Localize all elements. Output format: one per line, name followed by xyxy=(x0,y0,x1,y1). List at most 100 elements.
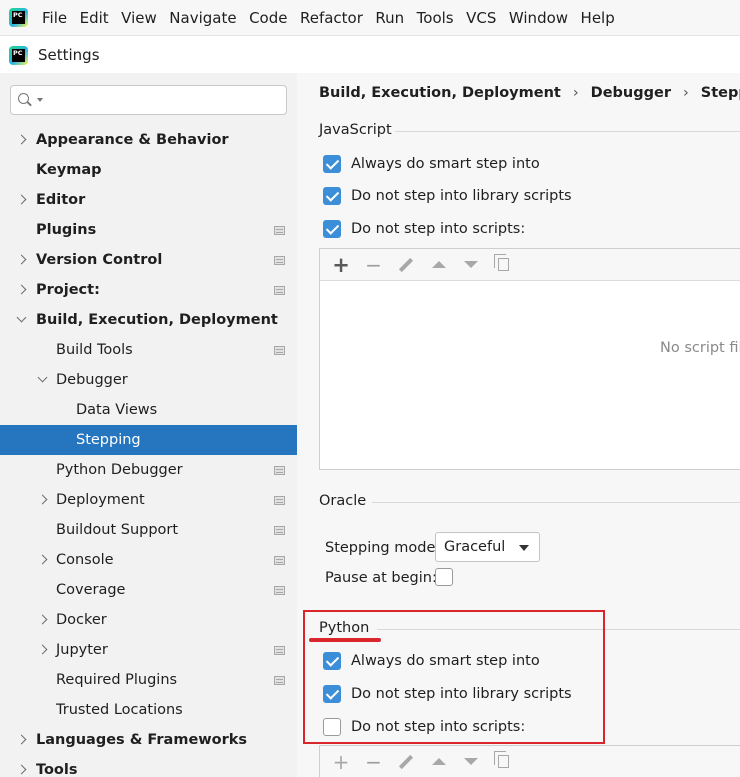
remove-icon[interactable]: − xyxy=(363,750,385,774)
add-icon[interactable]: + xyxy=(330,750,352,774)
menu-run[interactable]: Run xyxy=(375,9,404,27)
stepping-mode-select[interactable]: Graceful xyxy=(435,532,540,562)
chevron-right-icon[interactable] xyxy=(38,495,48,505)
pycharm-logo-icon: PC xyxy=(9,45,28,65)
project-level-icon xyxy=(274,645,285,655)
annotation-underline xyxy=(309,638,381,642)
menu-vcs[interactable]: VCS xyxy=(466,9,496,27)
sidebar-item-python-debugger[interactable]: Python Debugger xyxy=(0,455,297,485)
menu-help[interactable]: Help xyxy=(581,9,615,27)
menu-edit[interactable]: Edit xyxy=(80,9,109,27)
menu-code[interactable]: Code xyxy=(249,9,287,27)
sidebar-item-jupyter[interactable]: Jupyter xyxy=(0,635,297,665)
checkbox[interactable] xyxy=(323,155,341,173)
sidebar-item-build-tools[interactable]: Build Tools xyxy=(0,335,297,365)
option-label: Always do smart step into xyxy=(351,156,540,172)
chevron-down-icon xyxy=(519,545,529,551)
menu-tools[interactable]: Tools xyxy=(417,9,454,27)
sidebar-item-data-views[interactable]: Data Views xyxy=(0,395,297,425)
search-input[interactable] xyxy=(10,85,287,115)
list-toolbar: + − xyxy=(320,249,740,281)
chevron-right-icon[interactable] xyxy=(17,135,27,145)
sidebar-item-keymap[interactable]: Keymap xyxy=(0,155,297,185)
edit-icon[interactable] xyxy=(395,254,417,276)
menu-view[interactable]: View xyxy=(121,9,157,27)
py-scripts-list-panel: + − xyxy=(319,745,740,777)
chevron-right-icon[interactable] xyxy=(17,765,27,775)
sidebar-item-tools[interactable]: Tools xyxy=(0,755,297,777)
menu-window[interactable]: Window xyxy=(509,9,568,27)
add-icon[interactable]: + xyxy=(330,253,352,277)
project-level-icon xyxy=(274,675,285,685)
sidebar-item-version-control[interactable]: Version Control xyxy=(0,245,297,275)
menu-refactor[interactable]: Refactor xyxy=(300,9,363,27)
project-level-icon xyxy=(274,285,285,295)
sidebar-item-coverage[interactable]: Coverage xyxy=(0,575,297,605)
js-smart-step-into-option[interactable]: Always do smart step into xyxy=(323,155,540,173)
sidebar-item-label: Project: xyxy=(36,282,100,298)
sidebar-item-editor[interactable]: Editor xyxy=(0,185,297,215)
empty-list-text: No script filt xyxy=(660,340,740,356)
sidebar-item-stepping[interactable]: Stepping xyxy=(0,425,297,455)
breadcrumb-item: Debugger xyxy=(590,85,671,101)
section-divider xyxy=(395,131,740,132)
breadcrumb-item: Stepping xyxy=(700,85,740,101)
pause-at-begin-label: Pause at begin: xyxy=(325,570,437,586)
annotation-highlight-box xyxy=(303,610,605,744)
chevron-right-icon[interactable] xyxy=(17,255,27,265)
move-down-icon[interactable] xyxy=(460,254,482,276)
move-down-icon[interactable] xyxy=(460,751,482,773)
chevron-down-icon[interactable] xyxy=(17,315,27,325)
pause-at-begin-checkbox[interactable] xyxy=(435,568,453,586)
sidebar-item-label: Coverage xyxy=(56,582,126,598)
chevron-right-icon[interactable] xyxy=(38,555,48,565)
sidebar-item-label: Python Debugger xyxy=(56,462,183,478)
sidebar-item-debugger[interactable]: Debugger xyxy=(0,365,297,395)
chevron-right-icon[interactable] xyxy=(38,615,48,625)
chevron-right-icon[interactable] xyxy=(17,285,27,295)
sidebar-item-required-plugins[interactable]: Required Plugins xyxy=(0,665,297,695)
sidebar-item-label: Docker xyxy=(56,612,107,628)
window-title: Settings xyxy=(38,46,100,64)
sidebar-item-build-execution-deployment[interactable]: Build, Execution, Deployment xyxy=(0,305,297,335)
sidebar-item-project[interactable]: Project: xyxy=(0,275,297,305)
sidebar-item-label: Appearance & Behavior xyxy=(36,132,229,148)
sidebar-item-buildout-support[interactable]: Buildout Support xyxy=(0,515,297,545)
sidebar-item-label: Plugins xyxy=(36,222,97,238)
breadcrumb-separator-icon: › xyxy=(682,85,689,101)
section-title-oracle: Oracle xyxy=(319,493,367,509)
checkbox[interactable] xyxy=(323,220,341,238)
project-level-icon xyxy=(274,255,285,265)
project-level-icon xyxy=(274,585,285,595)
sidebar-item-deployment[interactable]: Deployment xyxy=(0,485,297,515)
section-divider xyxy=(372,502,740,503)
breadcrumb: Build, Execution, Deployment › Debugger … xyxy=(319,85,740,101)
menu-bar: PC File Edit View Navigate Code Refactor… xyxy=(0,0,740,36)
menu-navigate[interactable]: Navigate xyxy=(169,9,236,27)
chevron-right-icon[interactable] xyxy=(17,735,27,745)
copy-icon[interactable] xyxy=(493,254,515,276)
copy-icon[interactable] xyxy=(493,751,515,773)
sidebar-item-appearance-behavior[interactable]: Appearance & Behavior xyxy=(0,125,297,155)
chevron-down-icon[interactable] xyxy=(38,375,48,385)
pycharm-logo-icon: PC xyxy=(9,8,28,27)
sidebar-item-console[interactable]: Console xyxy=(0,545,297,575)
sidebar-item-label: Required Plugins xyxy=(56,672,178,688)
option-label: Do not step into library scripts xyxy=(351,188,572,204)
sidebar-item-trusted-locations[interactable]: Trusted Locations xyxy=(0,695,297,725)
sidebar-item-label: Jupyter xyxy=(56,642,108,658)
menu-file[interactable]: File xyxy=(42,9,67,27)
sidebar-item-docker[interactable]: Docker xyxy=(0,605,297,635)
sidebar-item-plugins[interactable]: Plugins xyxy=(0,215,297,245)
chevron-right-icon[interactable] xyxy=(38,645,48,655)
move-up-icon[interactable] xyxy=(428,254,450,276)
search-icon xyxy=(18,93,29,104)
edit-icon[interactable] xyxy=(395,751,417,773)
move-up-icon[interactable] xyxy=(428,751,450,773)
js-skip-library-scripts-option[interactable]: Do not step into library scripts xyxy=(323,187,572,205)
remove-icon[interactable]: − xyxy=(363,253,385,277)
sidebar-item-languages-frameworks[interactable]: Languages & Frameworks xyxy=(0,725,297,755)
checkbox[interactable] xyxy=(323,187,341,205)
chevron-right-icon[interactable] xyxy=(17,195,27,205)
js-skip-scripts-option[interactable]: Do not step into scripts: xyxy=(323,220,525,238)
